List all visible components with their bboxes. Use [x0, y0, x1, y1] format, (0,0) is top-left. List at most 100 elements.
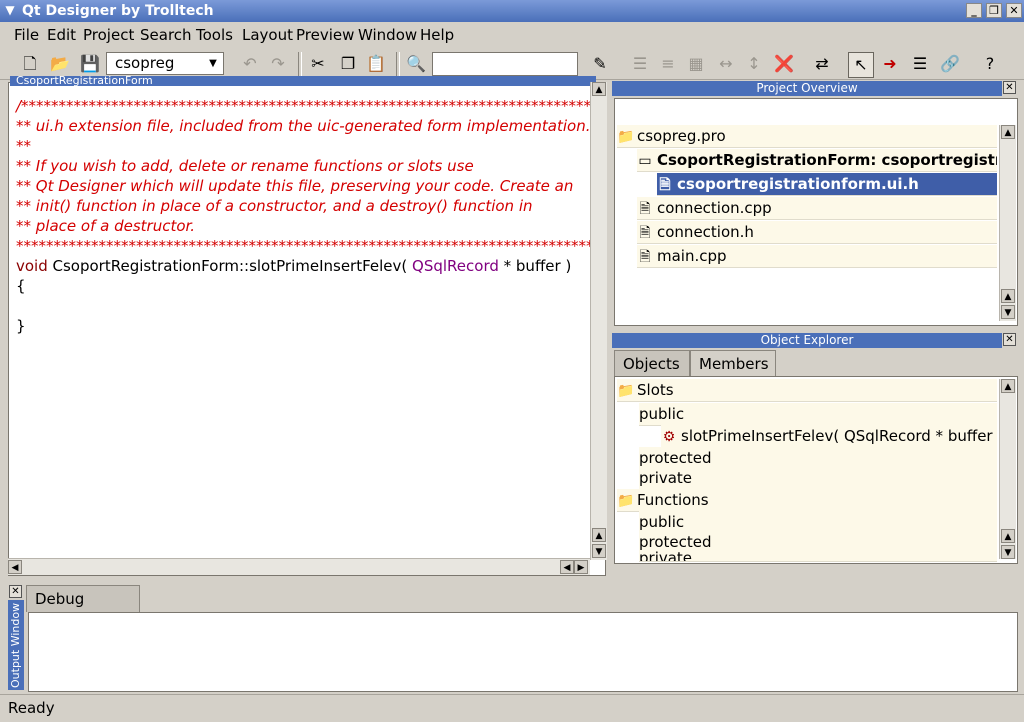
code-line[interactable]: {: [16, 276, 586, 296]
scroll-down-icon[interactable]: ▼: [1001, 545, 1015, 559]
scroll-up-icon[interactable]: ▲: [592, 82, 606, 96]
object-tree-scrollbar[interactable]: ▲ ▲ ▼: [999, 379, 1016, 559]
slot-icon: ⚙: [662, 429, 676, 445]
object-tree[interactable]: 📁 Slots public ⚙ slotPrimeInsertFelev( QSq…: [614, 376, 1018, 564]
title-bar: ▼ Qt Designer by Trolltech _ ❐ ✕: [0, 0, 1024, 22]
scroll-down-icon[interactable]: ▼: [592, 544, 606, 558]
close-icon[interactable]: ✕: [9, 585, 22, 598]
output-window-label: Output Window: [8, 600, 24, 690]
search-input[interactable]: [432, 52, 578, 76]
code-line[interactable]: void CsoportRegistrationForm::slotPrimeI…: [16, 256, 586, 276]
menu-edit[interactable]: Edit: [47, 26, 76, 44]
scroll-left-icon[interactable]: ◀: [560, 560, 574, 574]
menu-layout[interactable]: Layout: [242, 26, 293, 44]
close-icon[interactable]: ✕: [1003, 81, 1016, 94]
code-line[interactable]: ** init() function in place of a constru…: [16, 196, 586, 216]
tree-item[interactable]: 📁 csopreg.pro: [617, 125, 997, 148]
connect-signals-icon[interactable]: ➜: [878, 52, 902, 76]
cut-icon[interactable]: ✂: [306, 52, 330, 76]
buddy-icon[interactable]: 🔗: [938, 52, 962, 76]
paste-icon[interactable]: 📋: [364, 52, 388, 76]
close-icon[interactable]: ✕: [1003, 333, 1016, 346]
tree-item[interactable]: 📁 Functions: [617, 489, 997, 512]
layout-grid-icon[interactable]: ▦: [684, 52, 708, 76]
folder-icon: 📁: [617, 383, 635, 399]
code-line[interactable]: ** If you wish to add, delete or rename …: [16, 156, 586, 176]
tree-item[interactable]: ⚙ slotPrimeInsertFelev( QSqlRecord * buff…: [661, 425, 997, 448]
code-line[interactable]: ** ui.h extension file, included from th…: [16, 116, 591, 136]
code-line[interactable]: [16, 296, 586, 316]
undo-icon[interactable]: ↶: [238, 52, 262, 76]
menu-project[interactable]: Project: [83, 26, 134, 44]
menu-search[interactable]: Search: [140, 26, 192, 44]
editor-vertical-scrollbar[interactable]: ▲ ▲ ▼: [590, 82, 607, 560]
tab-order-icon[interactable]: ☰: [908, 52, 932, 76]
tab-members[interactable]: Members: [690, 350, 776, 376]
code-line[interactable]: **: [16, 136, 586, 156]
code-line[interactable]: ** Qt Designer which will update this fi…: [16, 176, 586, 196]
menu-help[interactable]: Help: [420, 26, 454, 44]
layout-horizontal-icon[interactable]: ☰: [628, 52, 652, 76]
tree-item[interactable]: 🗎 main.cpp: [637, 245, 997, 268]
scroll-up-icon[interactable]: ▲: [1001, 379, 1015, 393]
tree-item[interactable]: 🗎 connection.cpp: [637, 197, 997, 220]
code-line[interactable]: ****************************************…: [16, 236, 599, 256]
editor-title: CsoportRegistrationForm: [10, 76, 596, 86]
tab-objects[interactable]: Objects: [614, 350, 690, 376]
code-line[interactable]: }: [16, 316, 586, 336]
redo-icon[interactable]: ↷: [266, 52, 290, 76]
save-icon[interactable]: 💾: [78, 52, 102, 76]
tree-item[interactable]: private: [639, 467, 997, 490]
editor-horizontal-scrollbar[interactable]: ◀ ◀ ▶: [8, 558, 590, 575]
project-overview-title: Project Overview: [612, 81, 1002, 96]
menu-tools[interactable]: Tools: [196, 26, 233, 44]
tree-item[interactable]: 🗎 connection.h: [637, 221, 997, 244]
project-tree-scrollbar[interactable]: ▲ ▲ ▼: [999, 125, 1016, 321]
pointer-icon[interactable]: ↖: [848, 52, 874, 78]
folder-icon: 📁: [617, 493, 635, 509]
break-layout-icon[interactable]: ❌: [772, 52, 796, 76]
menu-window[interactable]: Window: [358, 26, 417, 44]
adjust-size-icon[interactable]: ⇄: [810, 52, 834, 76]
window-title: Qt Designer by Trolltech: [22, 3, 214, 19]
minimize-button[interactable]: _: [966, 3, 982, 18]
scroll-right-icon[interactable]: ▶: [574, 560, 588, 574]
tree-item[interactable]: public: [639, 403, 997, 426]
scroll-up-icon[interactable]: ▲: [592, 528, 606, 542]
open-icon[interactable]: 📂: [48, 52, 72, 76]
new-file-icon[interactable]: 🗋: [18, 52, 42, 76]
menu-preview[interactable]: Preview: [296, 26, 354, 44]
scroll-up-icon[interactable]: ▲: [1001, 289, 1015, 303]
scroll-down-icon[interactable]: ▼: [1001, 305, 1015, 319]
tree-item[interactable]: 📁 Slots: [617, 379, 997, 402]
tree-item[interactable]: private: [639, 551, 997, 562]
scroll-up-icon[interactable]: ▲: [1001, 125, 1015, 139]
debug-output-area[interactable]: [28, 612, 1018, 692]
close-button[interactable]: ✕: [1006, 3, 1022, 18]
tree-item[interactable]: ▭CsoportRegistrationForm: csoportregistr…: [637, 149, 997, 172]
folder-icon: 📁: [617, 129, 635, 145]
whats-this-icon[interactable]: ?: [978, 52, 1002, 76]
file-icon: 🗎: [639, 225, 651, 241]
chevron-down-icon[interactable]: ▼: [205, 54, 221, 73]
menu-file[interactable]: File: [14, 26, 39, 44]
maximize-button[interactable]: ❐: [986, 3, 1002, 18]
scroll-up-icon[interactable]: ▲: [1001, 529, 1015, 543]
tab-debug-output[interactable]: Debug Output: [26, 585, 140, 635]
project-combo[interactable]: csopreg ▼: [106, 52, 224, 75]
object-explorer-title: Object Explorer: [612, 333, 1002, 348]
edit-icon[interactable]: ✎: [588, 52, 612, 76]
project-tree[interactable]: 📁 csopreg.pro ▭ CsoportRegistrationForm: c…: [614, 98, 1018, 326]
layout-vertical-icon[interactable]: ≡: [656, 52, 680, 76]
scroll-left-icon[interactable]: ◀: [8, 560, 22, 574]
code-line[interactable]: /***************************************…: [16, 96, 599, 116]
window-menu-icon[interactable]: ▼: [2, 3, 18, 18]
split-horizontal-icon[interactable]: ↔: [714, 52, 738, 76]
code-text[interactable]: /***************************************…: [16, 96, 599, 336]
code-line[interactable]: ** place of a destructor.: [16, 216, 586, 236]
copy-icon[interactable]: ❐: [336, 52, 360, 76]
find-icon[interactable]: 🔍: [404, 52, 428, 76]
split-vertical-icon[interactable]: ↕: [742, 52, 766, 76]
menu-bar: File Edit Project Search Tools Layout Pr…: [0, 22, 1024, 48]
tree-item-selected[interactable]: 🗎 csoportregistrationform.ui.h: [657, 173, 997, 196]
